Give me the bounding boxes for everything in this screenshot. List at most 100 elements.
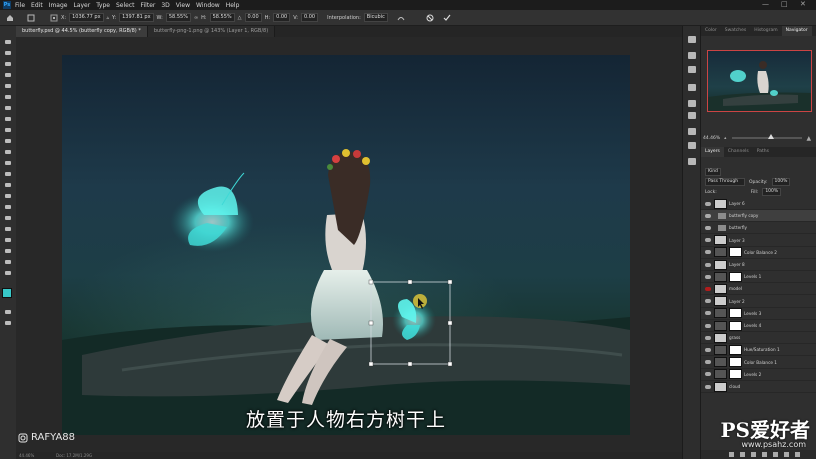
menu-help[interactable]: Help — [226, 2, 240, 9]
visibility-eye-icon[interactable] — [705, 384, 711, 389]
skew-h-field[interactable]: 0.00 — [273, 13, 291, 22]
fx-icon[interactable] — [740, 452, 745, 457]
tab-butterfly-psd[interactable]: butterfly.psd @ 44.5% (butterfly copy, R… — [16, 26, 148, 37]
visibility-eye-icon[interactable] — [705, 286, 711, 291]
visibility-eye-icon[interactable] — [705, 372, 711, 377]
layer-mask-thumbnail[interactable] — [729, 320, 742, 331]
visibility-eye-icon[interactable] — [705, 335, 711, 340]
x-field[interactable]: 1036.77 px — [69, 13, 104, 22]
character-panel-icon[interactable] — [688, 128, 696, 135]
type-tool-icon[interactable] — [3, 214, 13, 222]
layer-row[interactable]: Color Balance 1 — [701, 357, 816, 369]
blend-mode-select[interactable]: Pass Through — [705, 178, 745, 186]
visibility-eye-icon[interactable] — [705, 225, 711, 230]
menu-edit[interactable]: Edit — [31, 2, 43, 9]
layers-panel-icon[interactable] — [688, 158, 696, 165]
libraries-panel-icon[interactable] — [688, 84, 696, 91]
history-panel-icon[interactable] — [688, 36, 696, 43]
layer-row[interactable]: Layer 8 — [701, 259, 816, 271]
relative-position-icon[interactable]: ▵ — [107, 15, 110, 21]
styles-panel-icon[interactable] — [688, 112, 696, 119]
gradient-tool-icon[interactable] — [3, 170, 13, 178]
navigator-zoom-value[interactable]: 44.46% — [703, 136, 720, 141]
history-brush-icon[interactable] — [3, 148, 13, 156]
dodge-tool-icon[interactable] — [3, 192, 13, 200]
status-zoom[interactable]: 44.46% — [19, 453, 34, 458]
stamp-tool-icon[interactable] — [3, 137, 13, 145]
layer-row[interactable]: Layer 2 — [701, 296, 816, 308]
lasso-tool-icon[interactable] — [3, 60, 13, 68]
tab-navigator[interactable]: Navigator — [781, 26, 812, 36]
minimize-button[interactable]: — — [762, 0, 769, 8]
link-icon[interactable]: ∞ — [194, 15, 198, 21]
new-layer-icon[interactable] — [784, 452, 789, 457]
crop-tool-icon[interactable] — [3, 82, 13, 90]
layer-row[interactable]: Hue/Saturation 1 — [701, 344, 816, 357]
height-field[interactable]: 58.55% — [209, 13, 235, 22]
width-field[interactable]: 58.55% — [165, 13, 191, 22]
reference-point-icon[interactable] — [50, 14, 58, 22]
quick-select-tool-icon[interactable] — [3, 71, 13, 79]
zoom-in-icon[interactable]: ▲ — [806, 135, 811, 142]
layer-row[interactable]: Color Balance 2 — [701, 247, 816, 259]
layer-row[interactable]: grass — [701, 332, 816, 345]
visibility-eye-icon[interactable] — [705, 323, 711, 328]
screen-mode-icon[interactable] — [3, 319, 13, 327]
visibility-eye-icon[interactable] — [705, 311, 711, 316]
maximize-button[interactable]: □ — [781, 0, 788, 8]
tab-swatches[interactable]: Swatches — [721, 26, 751, 36]
layer-thumbnail[interactable] — [714, 296, 727, 307]
adjustment-layer-icon[interactable] — [762, 452, 767, 457]
menu-3d[interactable]: 3D — [161, 2, 169, 9]
add-mask-icon[interactable] — [751, 452, 756, 457]
layer-row[interactable]: butterfly — [701, 222, 816, 235]
menu-view[interactable]: View — [176, 2, 190, 9]
layer-row[interactable]: cloud — [701, 381, 816, 393]
document-canvas[interactable]: 放置于人物右方树干上 — [62, 55, 630, 435]
visibility-eye-icon[interactable] — [705, 299, 711, 304]
brush-tool-icon[interactable] — [3, 126, 13, 134]
tab-paths[interactable]: Paths — [753, 147, 773, 157]
zoom-out-icon[interactable]: ▴ — [724, 136, 726, 141]
interpolation-select[interactable]: Bicubic — [363, 13, 388, 22]
cancel-icon[interactable] — [426, 14, 434, 22]
angle-field[interactable]: 0.00 — [244, 13, 262, 22]
eraser-tool-icon[interactable] — [3, 159, 13, 167]
new-group-icon[interactable] — [773, 452, 778, 457]
shape-tool-icon[interactable] — [3, 236, 13, 244]
layer-mask-thumbnail[interactable] — [729, 271, 742, 282]
navigator-preview[interactable] — [707, 50, 812, 112]
layer-thumbnail[interactable] — [714, 259, 727, 270]
hand-tool-icon[interactable] — [3, 247, 13, 255]
filter-kind-select[interactable]: Kind — [705, 168, 721, 176]
menu-layer[interactable]: Layer — [73, 2, 90, 9]
properties-panel-icon[interactable] — [688, 66, 696, 73]
layer-row[interactable]: Levels 4 — [701, 320, 816, 332]
visibility-eye-icon[interactable] — [705, 250, 711, 255]
layer-thumbnail[interactable] — [714, 283, 727, 294]
trash-icon[interactable] — [795, 452, 800, 457]
tab-color[interactable]: Color — [701, 26, 721, 36]
skew-v-field[interactable]: 0.00 — [300, 13, 319, 22]
menu-type[interactable]: Type — [96, 2, 110, 9]
layer-thumbnail[interactable] — [714, 198, 727, 209]
blur-tool-icon[interactable] — [3, 181, 13, 189]
layer-thumbnail[interactable] — [714, 381, 727, 392]
fill-field[interactable]: 100% — [762, 188, 782, 196]
layer-mask-thumbnail[interactable] — [729, 247, 742, 258]
home-icon[interactable] — [6, 14, 14, 22]
visibility-eye-icon[interactable] — [705, 347, 711, 352]
more-tools-icon[interactable] — [3, 269, 13, 277]
layer-row[interactable]: Layer 3 — [701, 235, 816, 247]
check-icon[interactable] — [443, 14, 451, 22]
move-tool-icon[interactable] — [3, 38, 13, 46]
menu-window[interactable]: Window — [196, 2, 220, 9]
layer-mask-thumbnail[interactable] — [729, 357, 742, 368]
marquee-tool-icon[interactable] — [3, 49, 13, 57]
visibility-eye-icon[interactable] — [705, 360, 711, 365]
opacity-field[interactable]: 100% — [771, 178, 791, 186]
layer-thumbnail[interactable] — [714, 235, 727, 246]
path-select-tool-icon[interactable] — [3, 225, 13, 233]
quick-mask-icon[interactable] — [3, 308, 13, 316]
canvas-workspace[interactable]: 放置于人物右方树干上 — [16, 37, 682, 452]
